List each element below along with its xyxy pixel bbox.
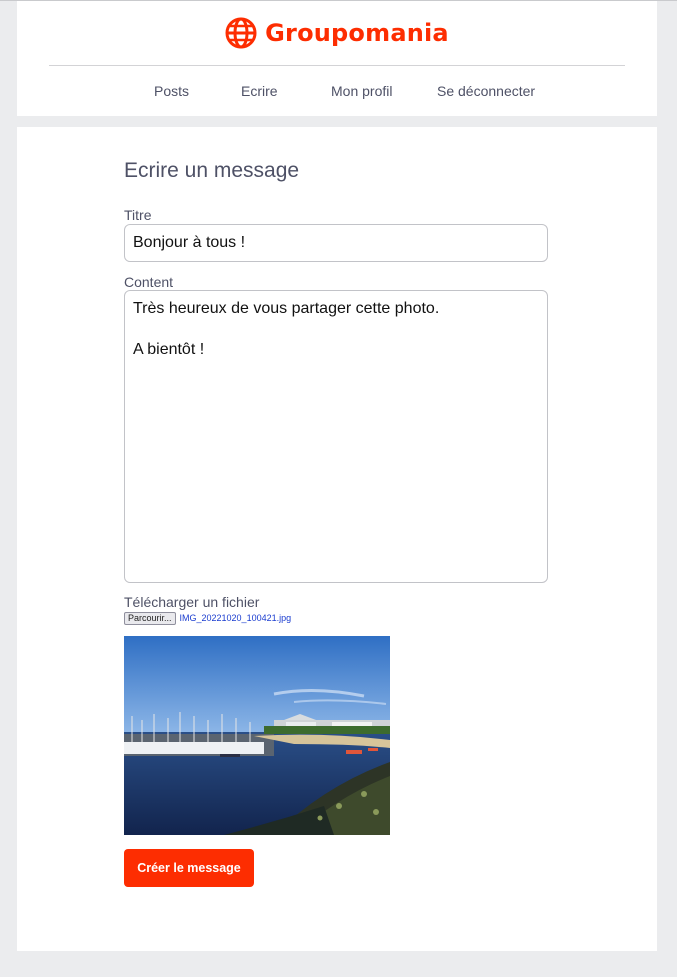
browse-button[interactable]: Parcourir...: [124, 611, 176, 625]
selected-file-name: IMG_20221020_100421.jpg: [179, 613, 292, 623]
globe-icon: [225, 17, 257, 49]
title-label: Titre: [124, 207, 152, 223]
brand-name: Groupomania: [265, 19, 449, 47]
nav-write-link[interactable]: Ecrire: [241, 83, 278, 99]
site-header: Groupomania Posts Ecrire Mon profil Se d…: [17, 1, 657, 116]
file-input: Parcourir... IMG_20221020_100421.jpg: [124, 611, 291, 625]
nav-logout-link[interactable]: Se déconnecter: [437, 83, 535, 99]
content-label: Content: [124, 274, 174, 290]
brand-logo[interactable]: Groupomania: [17, 15, 657, 51]
file-upload-label: Télécharger un fichier: [124, 594, 260, 610]
content-textarea[interactable]: Très heureux de vous partager cette phot…: [124, 290, 548, 583]
create-post-button[interactable]: Créer le message: [124, 849, 254, 887]
title-input[interactable]: Bonjour à tous !: [124, 224, 548, 262]
image-preview: [124, 636, 390, 835]
write-post-panel: Ecrire un message Titre Bonjour à tous !…: [17, 127, 657, 951]
page-title: Ecrire un message: [124, 159, 300, 182]
nav-posts-link[interactable]: Posts: [154, 83, 189, 99]
header-divider: [49, 65, 625, 66]
nav-profile-link[interactable]: Mon profil: [331, 83, 392, 99]
main-nav: Posts Ecrire Mon profil Se déconnecter: [17, 79, 657, 105]
